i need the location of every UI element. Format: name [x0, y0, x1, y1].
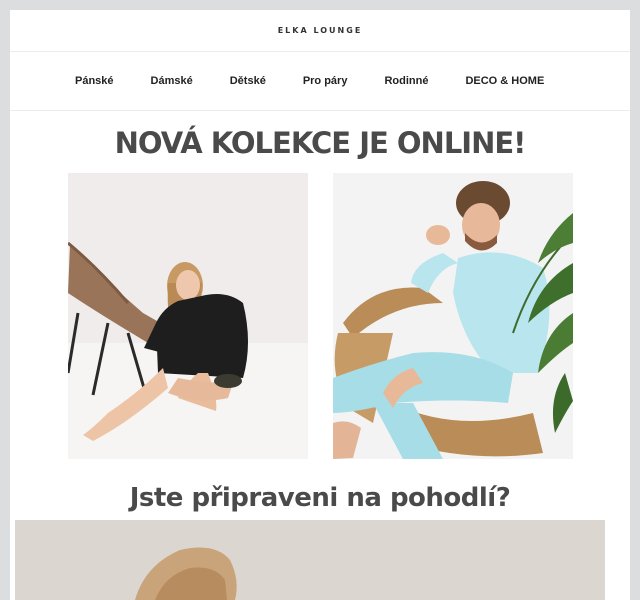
page-headline: NOVÁ KOLEKCE JE ONLINE! — [114, 126, 527, 160]
nav-item-detske[interactable]: Dětské — [230, 75, 266, 87]
photo-man-mint-loungewear[interactable] — [333, 173, 573, 459]
brand-logo[interactable]: ELKA LOUNGE — [278, 26, 363, 35]
email-card: ELKA LOUNGE Pánské Dámské Dětské Pro pár… — [10, 10, 630, 600]
hero-banner[interactable] — [15, 520, 605, 600]
nav-item-deco-home[interactable]: DECO & HOME — [465, 75, 544, 87]
product-photos — [10, 173, 630, 459]
nav-item-damske[interactable]: Dámské — [151, 75, 193, 87]
banner-illustration — [15, 520, 605, 600]
category-nav: Pánské Dámské Dětské Pro páry Rodinné DE… — [10, 52, 630, 111]
nav-item-panske[interactable]: Pánské — [75, 75, 114, 87]
nav-item-pro-pary[interactable]: Pro páry — [303, 75, 348, 87]
woman-illustration — [68, 173, 308, 459]
man-illustration — [333, 173, 573, 459]
photo-woman-black-sweatshirt[interactable] — [68, 173, 308, 459]
nav-item-rodinne[interactable]: Rodinné — [384, 75, 428, 87]
header: ELKA LOUNGE — [10, 10, 630, 52]
